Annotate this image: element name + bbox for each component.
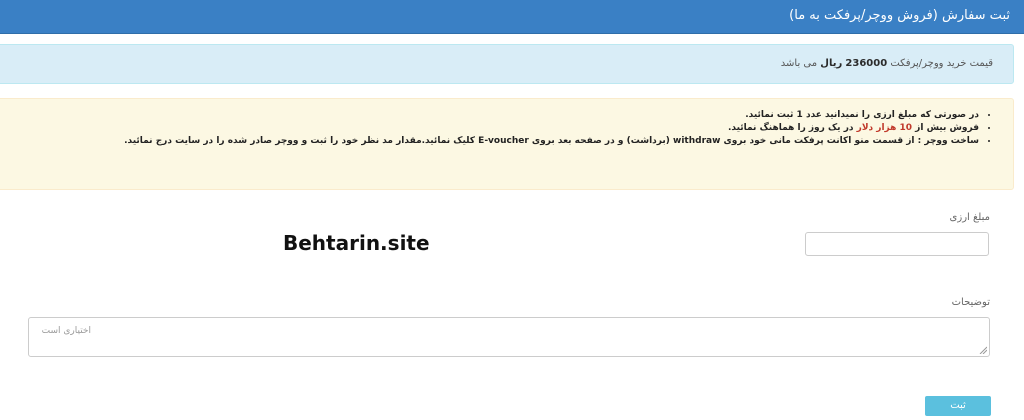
price-value: 236000 [845, 58, 888, 69]
description-placeholder: اختیاری است [41, 326, 91, 336]
description-label: توضیحات [951, 297, 990, 308]
amount-label: مبلغ ارزی [949, 212, 990, 223]
amount-input[interactable] [805, 232, 989, 256]
resize-handle-icon[interactable] [979, 346, 987, 354]
description-textarea[interactable]: اختیاری است [28, 317, 990, 357]
price-unit: ریال [820, 58, 843, 69]
notes-alert: در صورتی که مبلغ ارزی را نمیدانید عدد 1 … [0, 98, 1014, 190]
price-info-alert: قیمت خرید ووچر/پرفکت 236000 ریال می باشد [0, 44, 1014, 84]
watermark-text: Behtarin.site [283, 231, 430, 255]
page-title: ثبت سفارش (فروش ووچر/پرفکت به ما) [789, 8, 1010, 23]
panel-header: ثبت سفارش (فروش ووچر/پرفکت به ما) [0, 0, 1024, 34]
note-item-2: فروش بیش از 10 هزار دلار در یک روز را هم… [124, 122, 979, 135]
note-item-1: در صورتی که مبلغ ارزی را نمیدانید عدد 1 … [124, 109, 979, 122]
note-item-2-end: در یک روز را هماهنگ نمائید. [727, 123, 857, 133]
submit-button[interactable]: ثبت [925, 396, 991, 416]
price-info-suffix: می باشد [780, 58, 818, 69]
notes-list: در صورتی که مبلغ ارزی را نمیدانید عدد 1 … [124, 109, 993, 148]
note-item-2-start: فروش بیش از [912, 123, 979, 133]
price-info-prefix: قیمت خرید ووچر/پرفکت [890, 58, 993, 69]
note-item-3: ساخت ووچر : از قسمت منو اکانت پرفکت مانی… [124, 135, 979, 148]
note-item-2-highlight: 10 هزار دلار [856, 123, 913, 133]
price-info-text: قیمت خرید ووچر/پرفکت 236000 ریال می باشد [781, 58, 993, 69]
